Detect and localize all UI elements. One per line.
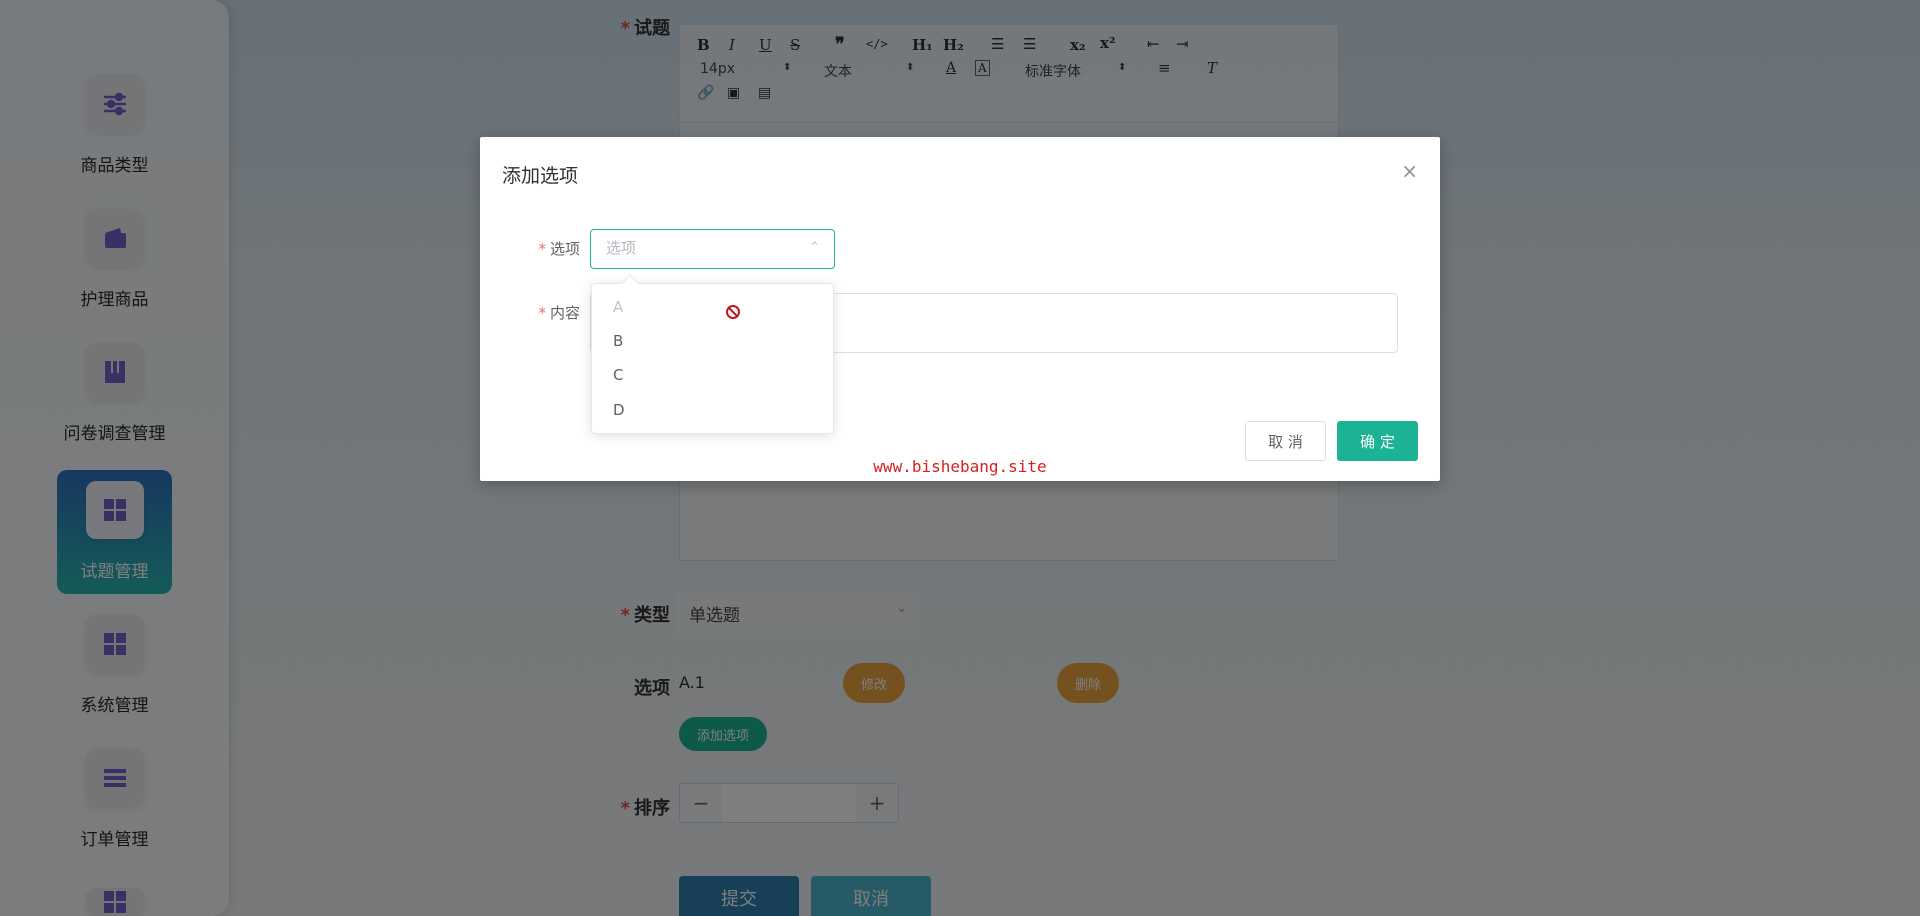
dropdown-option-c[interactable]: C xyxy=(592,358,833,392)
option-dropdown: A B C D xyxy=(591,274,834,434)
watermark-text: www.bishebang.site xyxy=(873,457,1047,476)
content-field-label: * 内容 xyxy=(538,304,580,322)
dialog-confirm-button[interactable]: 确 定 xyxy=(1337,421,1418,461)
dialog-cancel-button[interactable]: 取 消 xyxy=(1245,421,1326,461)
option-field-label: * 选项 xyxy=(538,240,580,258)
dropdown-option-b[interactable]: B xyxy=(592,324,833,358)
chevron-up-icon: ⌃ xyxy=(809,240,820,255)
close-icon[interactable]: × xyxy=(1401,159,1418,183)
option-select[interactable]: ⌃ xyxy=(590,229,835,269)
option-select-input[interactable] xyxy=(606,230,806,266)
dialog-title: 添加选项 xyxy=(502,165,579,187)
dropdown-option-a: A xyxy=(592,290,833,324)
not-allowed-icon xyxy=(726,305,740,319)
dropdown-option-d[interactable]: D xyxy=(592,393,833,427)
